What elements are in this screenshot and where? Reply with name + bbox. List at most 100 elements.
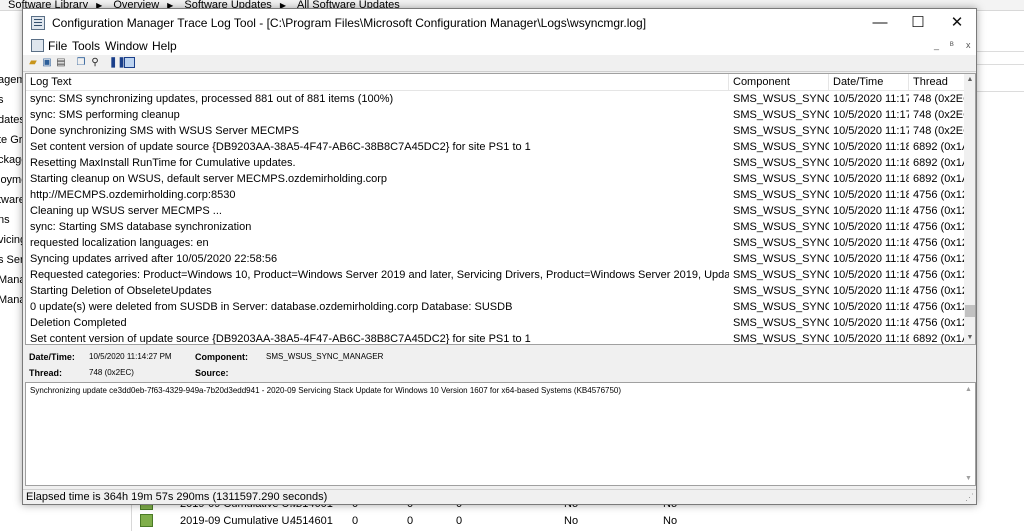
print-icon[interactable]: ▤ [55, 57, 67, 69]
nav-item[interactable]: ns [0, 214, 10, 226]
log-row[interactable]: Cleaning up WSUS server MECMPS ... SMS_WS… [26, 203, 964, 219]
update-count: 0 [352, 515, 359, 527]
log-row[interactable]: Starting cleanup on WSUS, default server… [26, 171, 964, 187]
log-row[interactable]: Starting Deletion of ObseleteUpdates SMS_… [26, 283, 964, 299]
scroll-up-icon[interactable]: ▲ [964, 74, 975, 86]
window-title: Configuration Manager Trace Log Tool - [… [52, 16, 647, 30]
pause-icon[interactable]: ❚❚ [109, 57, 126, 69]
document-icon[interactable] [31, 39, 44, 52]
log-rows: sync: SMS synchronizing updates, process… [26, 91, 964, 345]
log-text-cell: Cleaning up WSUS server MECMPS ... [30, 205, 222, 217]
menu-window[interactable]: Window [105, 39, 148, 53]
component-cell: SMS_WSUS_SYNC_MA [733, 205, 829, 217]
thread-cell: 4756 (0x12! [913, 237, 964, 249]
component-cell: SMS_WSUS_SYNC_MA [733, 221, 829, 233]
component-cell: SMS_WSUS_SYNC_MA [733, 173, 829, 185]
update-flag: No [564, 515, 579, 527]
nav-item[interactable]: s [0, 94, 4, 106]
mdi-minimize-button[interactable]: _ [934, 40, 939, 50]
update-count: 0 [456, 515, 463, 527]
component-cell: SMS_WSUS_SYNC_MA [733, 125, 829, 137]
resize-grip-icon[interactable]: ⋰ [965, 492, 974, 503]
log-row[interactable]: Syncing updates arrived after 10/05/2020… [26, 251, 964, 267]
log-list[interactable]: Log Text Component Date/Time Thread sync… [25, 73, 976, 345]
log-text-cell: Set content version of update source {DB… [30, 141, 531, 153]
log-message-pane[interactable]: Synchronizing update ce3dd0eb-7f63-4329-… [25, 382, 976, 486]
column-header-log-text[interactable]: Log Text [26, 74, 729, 91]
thread-cell: 748 (0x2EC [913, 125, 964, 137]
log-text-cell: Syncing updates arrived after 10/05/2020… [30, 253, 278, 265]
menu-file[interactable]: File [48, 39, 67, 53]
scroll-up-icon[interactable]: ▲ [962, 383, 975, 396]
log-row[interactable]: Requested categories: Product=Windows 10… [26, 267, 964, 283]
datetime-cell: 10/5/2020 11:18:2 [833, 269, 909, 281]
column-header-datetime[interactable]: Date/Time [829, 74, 909, 91]
component-cell: SMS_WSUS_SYNC_MA [733, 109, 829, 121]
thread-cell: 4756 (0x12! [913, 205, 964, 217]
column-header-thread[interactable]: Thread [909, 74, 966, 91]
log-row[interactable]: 0 update(s) were deleted from SUSDB in S… [26, 299, 964, 315]
datetime-cell: 10/5/2020 11:18:1 [833, 189, 909, 201]
find-icon[interactable]: ⚲ [89, 57, 101, 69]
update-count: 0 [407, 515, 414, 527]
log-list-header: Log Text Component Date/Time Thread [26, 74, 966, 91]
log-row[interactable]: Deletion Completed SMS_WSUS_SYNC_MA 10/5/2… [26, 315, 964, 331]
source-label: Source: [195, 368, 229, 378]
menu-tools[interactable]: Tools [72, 39, 100, 53]
thread-cell: 4756 (0x12! [913, 301, 964, 313]
app-icon [31, 16, 45, 30]
component-cell: SMS_WSUS_SYNC_MA [733, 269, 829, 281]
divider [976, 64, 1024, 65]
log-row[interactable]: sync: Starting SMS database synchronizat… [26, 219, 964, 235]
thread-cell: 6892 (0x1A [913, 157, 964, 169]
message-scrollbar[interactable]: ▲ ▼ [962, 383, 975, 485]
datetime-label: Date/Time: [29, 352, 75, 362]
datetime-cell: 10/5/2020 11:18:0 [833, 141, 909, 153]
log-row[interactable]: Set content version of update source {DB… [26, 331, 964, 345]
log-text-cell: http://MECMPS.ozdemirholding.corp:8530 [30, 189, 236, 201]
log-row[interactable]: http://MECMPS.ozdemirholding.corp:8530 SM… [26, 187, 964, 203]
datetime-cell: 10/5/2020 11:17:5 [833, 125, 909, 137]
scroll-down-icon[interactable]: ▼ [964, 332, 975, 344]
log-row[interactable]: Resetting MaxInstall RunTime for Cumulat… [26, 155, 964, 171]
thread-cell: 4756 (0x12! [913, 253, 964, 265]
update-list-row[interactable]: 2019-09 Cumulative U... 4514601 0 0 0 No… [138, 513, 978, 529]
log-text-cell: 0 update(s) were deleted from SUSDB in S… [30, 301, 513, 313]
title-bar[interactable]: Configuration Manager Trace Log Tool - [… [23, 9, 976, 37]
print-preview-icon[interactable]: ▣ [41, 57, 53, 69]
datetime-cell: 10/5/2020 11:18:1 [833, 237, 909, 249]
log-row[interactable]: Set content version of update source {DB… [26, 139, 964, 155]
component-cell: SMS_WSUS_SYNC_MA [733, 301, 829, 313]
component-cell: SMS_WSUS_SYNC_MA [733, 285, 829, 297]
highlight-icon[interactable] [124, 57, 135, 68]
log-list-scrollbar[interactable]: ▲ ▼ [964, 74, 975, 344]
component-cell: SMS_WSUS_SYNC_MA [733, 253, 829, 265]
open-folder-icon[interactable]: ▰ [27, 57, 39, 69]
datetime-cell: 10/5/2020 11:17:4 [833, 93, 909, 105]
mdi-restore-button[interactable]: ᴮ [950, 40, 954, 50]
log-text-cell: Done synchronizing SMS with WSUS Server … [30, 125, 299, 137]
divider [976, 91, 1024, 92]
menu-help[interactable]: Help [152, 39, 177, 53]
log-row[interactable]: sync: SMS synchronizing updates, process… [26, 91, 964, 107]
scroll-down-icon[interactable]: ▼ [962, 472, 975, 485]
trace-log-tool-window: Configuration Manager Trace Log Tool - [… [22, 8, 977, 505]
update-name: 2019-09 Cumulative U... [180, 515, 299, 527]
thread-cell: 4756 (0x12! [913, 189, 964, 201]
log-row[interactable]: sync: SMS performing cleanup SMS_WSUS_SYN… [26, 107, 964, 123]
scroll-thumb[interactable] [965, 305, 975, 317]
datetime-cell: 10/5/2020 11:18:3 [833, 333, 909, 345]
log-message-text: Synchronizing update ce3dd0eb-7f63-4329-… [30, 386, 622, 395]
divider [976, 51, 1024, 52]
thread-cell: 748 (0x2EC [913, 109, 964, 121]
log-row[interactable]: requested localization languages: en SMS_… [26, 235, 964, 251]
column-header-component[interactable]: Component [729, 74, 829, 91]
log-row[interactable]: Done synchronizing SMS with WSUS Server … [26, 123, 964, 139]
log-entry-details: Date/Time: 10/5/2020 11:14:27 PM Compone… [25, 347, 976, 381]
log-text-cell: Set content version of update source {DB… [30, 333, 531, 345]
datetime-cell: 10/5/2020 11:18:2 [833, 301, 909, 313]
mdi-close-button[interactable]: x [966, 40, 971, 50]
close-button[interactable]: ✕ [934, 9, 980, 37]
copy-icon[interactable]: ❐ [75, 57, 87, 69]
component-cell: SMS_WSUS_SYNC_MA [733, 141, 829, 153]
